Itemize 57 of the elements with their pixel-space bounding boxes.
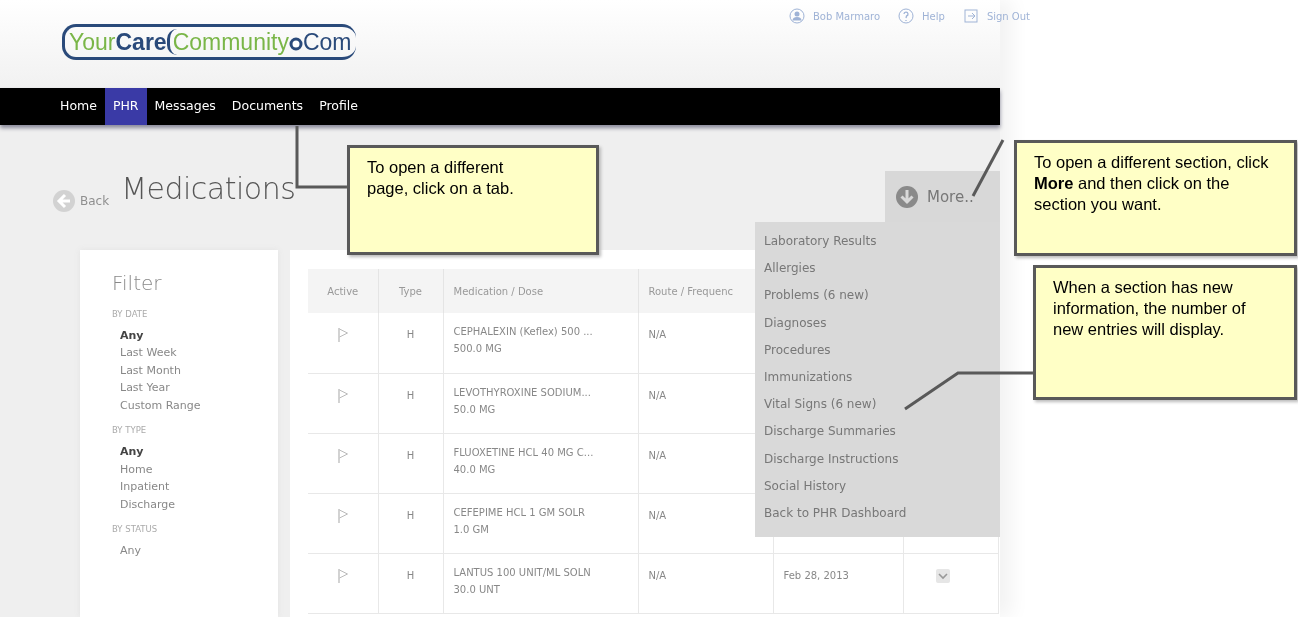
column-header: Active <box>308 269 378 313</box>
callout-note: When a section has new information, the number of new entries will display. <box>1033 265 1297 400</box>
flag-icon <box>336 447 349 464</box>
stethoscope-icon <box>288 36 303 51</box>
flag-icon <box>336 567 349 584</box>
flag-icon <box>336 327 349 343</box>
filter-option[interactable]: Any <box>112 443 150 461</box>
link-label[interactable]: Bob Marmaro <box>813 8 881 24</box>
table-cell: LANTUS 100 UNIT/ML SOLN 30.0 UNT <box>443 553 638 613</box>
nav-tab[interactable]: Home <box>52 88 105 125</box>
leader-line <box>971 139 1005 197</box>
filter-option[interactable]: Discharge <box>112 495 182 513</box>
filter-heading: BY STATUS <box>112 523 159 536</box>
flag-icon <box>336 507 349 524</box>
column-header: Medication / Dose <box>443 269 638 313</box>
more-button[interactable]: More.. <box>885 171 1000 223</box>
link-label[interactable]: Help <box>922 8 945 24</box>
nav-tab[interactable]: Profile <box>311 88 366 125</box>
user-icon <box>789 8 805 24</box>
filter-option[interactable]: Last Year <box>112 379 176 397</box>
nav-tab[interactable]: Documents <box>223 88 312 125</box>
sign-out-icon <box>962 8 979 24</box>
filter-heading: BY TYPE <box>112 424 148 437</box>
nav-tab[interactable]: Messages <box>146 88 224 125</box>
table-cell: LEVOTHYROXINE SODIUM... 50.0 MG <box>443 373 638 433</box>
table-cell: H <box>378 493 443 553</box>
callout-note: To open a different section, click More and then click on the section you want. <box>1014 140 1297 256</box>
table-cell: H <box>378 433 443 493</box>
table-cell: H <box>378 553 443 613</box>
chevron-down-icon <box>935 568 950 583</box>
filter-option[interactable]: Inpatient <box>112 478 176 496</box>
table-cell: CEFEPIME HCL 1 GM SOLR 1.0 GM <box>443 493 638 553</box>
menu-item[interactable]: Back to PHR Dashboard <box>764 499 907 528</box>
table-cell: N/A <box>638 553 773 613</box>
filter-heading: BY DATE <box>112 308 149 321</box>
filter-option[interactable]: Last Month <box>112 361 187 380</box>
filter-option[interactable]: Custom Range <box>112 396 207 415</box>
callout-note: To open a different page, click on a tab. <box>347 145 599 255</box>
table-cell: FLUOXETINE HCL 40 MG C... 40.0 MG <box>443 433 638 493</box>
filter-option[interactable]: Any <box>112 541 147 560</box>
flag-icon <box>336 387 349 404</box>
back-button[interactable]: Back <box>52 185 110 217</box>
help-icon <box>898 8 915 24</box>
table-cell: H <box>378 373 443 433</box>
filter-option[interactable]: Home <box>112 460 159 478</box>
leader-line <box>295 126 347 189</box>
page-title: Medications <box>121 171 296 207</box>
filter-option[interactable]: Last Week <box>112 344 183 362</box>
filter-title: Filter <box>112 270 163 297</box>
menu-item[interactable]: Laboratory Results <box>764 228 877 256</box>
column-header: Type <box>378 269 443 313</box>
filter-option[interactable]: Any <box>112 326 150 345</box>
table-cell: Feb 28, 2013 <box>773 553 903 613</box>
table-cell: H <box>378 313 443 373</box>
table-cell: CEPHALEXIN (Keflex) 500 ... 500.0 MG <box>443 313 638 373</box>
nav-tab[interactable]: PHR <box>104 88 147 125</box>
link-label[interactable]: Sign Out <box>986 8 1030 24</box>
